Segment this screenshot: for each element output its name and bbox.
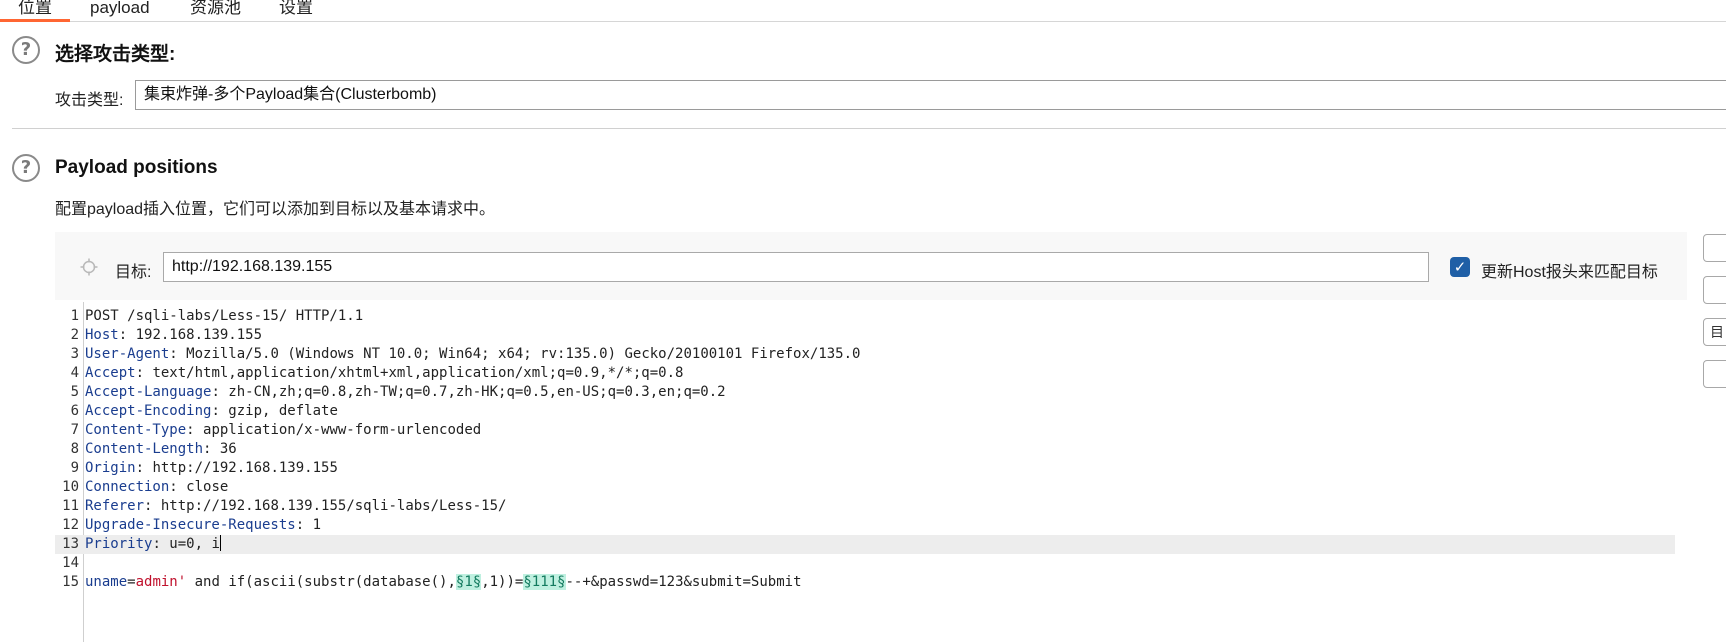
tab-positions[interactable]: 位置 — [0, 0, 70, 22]
attack-type-select[interactable]: 集束炸弹-多个Payload集合(Clusterbomb) — [135, 80, 1726, 110]
auto-position-button[interactable]: 目 — [1703, 318, 1726, 346]
request-line: 3 User-Agent: Mozilla/5.0 (Windows NT 10.… — [70, 346, 861, 362]
request-line: 9 Origin: http://192.168.139.155 — [70, 460, 338, 476]
target-label: 目标: — [115, 264, 152, 281]
text-caret — [219, 535, 221, 551]
section-divider — [12, 128, 1726, 129]
request-line: 5 Accept-Language: zh-CN,zh;q=0.8,zh-TW;q… — [70, 384, 726, 400]
add-position-button[interactable] — [1703, 234, 1726, 262]
help-icon[interactable]: ? — [12, 154, 40, 182]
update-host-label: 更新Host报头来匹配目标 — [1481, 264, 1658, 281]
attack-type-label: 攻击类型: — [55, 92, 124, 109]
tab-settings[interactable]: 设置 — [261, 0, 331, 22]
request-body-line: 15 uname=admin' and if(ascii(substr(datab… — [62, 574, 802, 590]
tab-bar: 位置 payload 资源池 设置 — [0, 0, 1726, 22]
clear-position-button[interactable] — [1703, 276, 1726, 304]
request-line: 14 — [62, 555, 79, 571]
payload-positions-description: 配置payload插入位置，它们可以添加到目标以及基本请求中。 — [55, 201, 496, 218]
payload-positions-title: Payload positions — [55, 157, 218, 178]
request-line: 12 Upgrade-Insecure-Requests: 1 — [62, 517, 322, 533]
request-line: 10 Connection: close — [62, 479, 229, 495]
request-line: 7 Content-Type: application/x-www-form-ur… — [70, 422, 482, 438]
request-line: 8 Content-Length: 36 — [70, 441, 237, 457]
help-icon[interactable]: ? — [12, 36, 40, 64]
payload-marker: §111§ — [523, 574, 566, 590]
crosshair-icon — [80, 258, 98, 276]
tab-resource-pool[interactable]: 资源池 — [172, 0, 259, 22]
payload-marker: §1§ — [455, 574, 482, 590]
request-line: 2 Host: 192.168.139.155 — [70, 327, 263, 343]
request-line-current: 13 Priority: u=0, i — [55, 535, 1675, 554]
update-host-checkbox[interactable]: ✓ — [1450, 257, 1470, 277]
request-line: 4 Accept: text/html,application/xhtml+xml… — [70, 365, 684, 381]
attack-type-title: 选择攻击类型: — [55, 44, 176, 65]
tab-payload[interactable]: payload — [72, 0, 168, 22]
refresh-button[interactable] — [1703, 360, 1726, 388]
request-line: 6 Accept-Encoding: gzip, deflate — [70, 403, 338, 419]
target-input[interactable]: http://192.168.139.155 — [163, 252, 1429, 282]
request-line: 1 POST /sqli-labs/Less-15/ HTTP/1.1 — [70, 308, 364, 324]
request-line: 11 Referer: http://192.168.139.155/sqli-l… — [62, 498, 507, 514]
